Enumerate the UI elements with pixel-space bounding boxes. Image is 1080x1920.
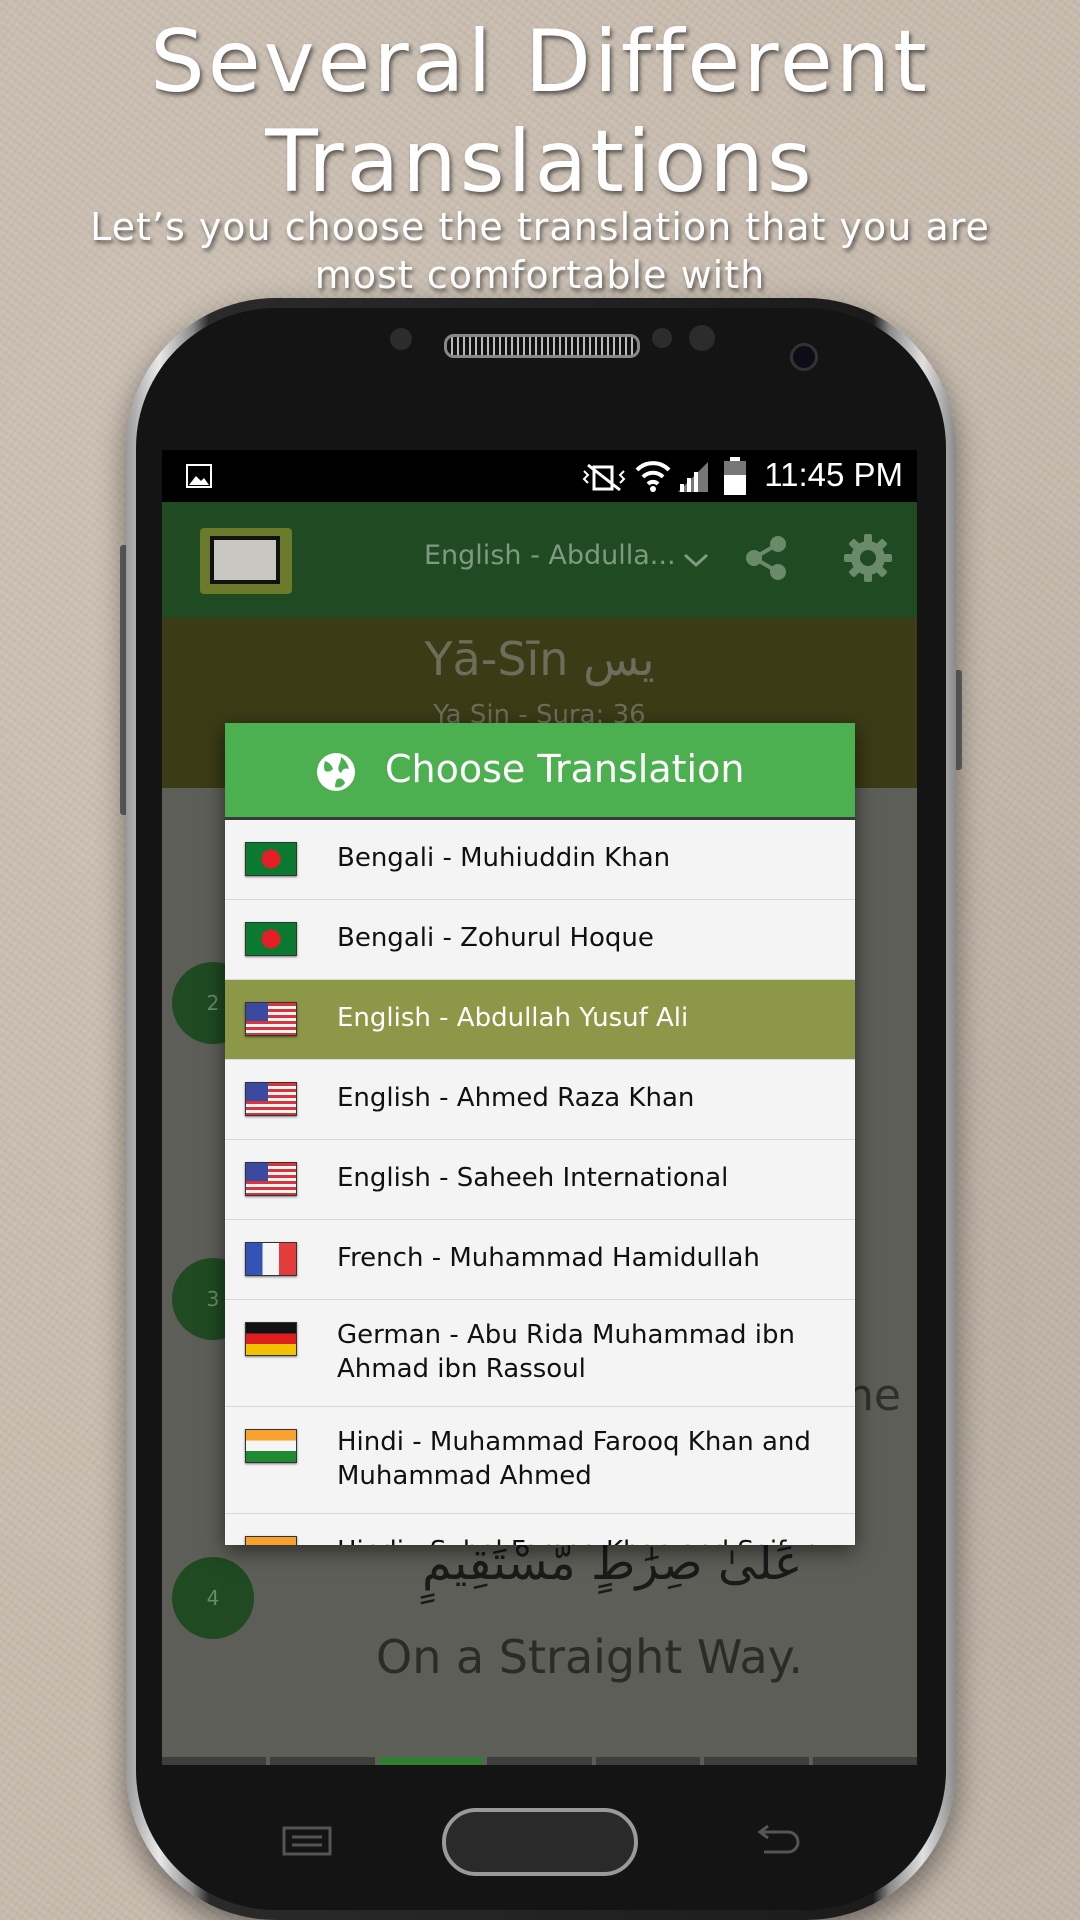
choose-translation-dialog: Choose Translation Bengali - Muhiuddin K… (225, 723, 855, 1545)
translation-option-label: French - Muhammad Hamidullah (337, 1243, 760, 1273)
phone-speaker (444, 334, 640, 358)
page-tick (704, 1757, 809, 1765)
promo-subtitle: Let’s you choose the translation that yo… (0, 203, 1080, 299)
status-bar: 11:45 PM (162, 450, 917, 502)
bangladesh-flag-icon (245, 842, 297, 876)
image-notification-icon (186, 464, 212, 488)
phone-sensor (652, 328, 672, 348)
page-tick (595, 1757, 701, 1765)
page-tick (487, 1757, 592, 1765)
app-bar: English - Abdulla... (162, 502, 917, 618)
page-tick (162, 1757, 267, 1765)
phone-sensor (689, 325, 715, 351)
app-logo-icon[interactable] (200, 528, 292, 594)
translation-dropdown[interactable]: English - Abdulla... (424, 540, 676, 571)
verse-number-badge[interactable]: 4 (172, 1557, 254, 1639)
sura-name: Yā-Sīn يس (424, 632, 655, 686)
translation-option-label: German - Abu Rida Muhammad ibn Ahmad ibn… (337, 1320, 795, 1384)
battery-icon (724, 457, 746, 495)
translation-option-selected[interactable]: English - Abdullah Yusuf Ali (225, 980, 855, 1060)
promo-title-line2: Translations (265, 112, 815, 212)
chevron-down-icon[interactable] (682, 550, 710, 570)
translation-option[interactable]: Bengali - Muhiuddin Khan (225, 820, 855, 900)
page-indicator (162, 1757, 917, 1765)
home-button[interactable] (442, 1808, 638, 1876)
france-flag-icon (245, 1242, 297, 1276)
translation-option-label: Hindi - Suhel Farooq Khan and Saifur (337, 1534, 837, 1545)
translation-option[interactable]: German - Abu Rida Muhammad ibn Ahmad ibn… (225, 1300, 855, 1407)
share-icon[interactable] (740, 532, 792, 584)
translation-option[interactable]: Hindi - Muhammad Farooq Khan and Muhamma… (225, 1407, 855, 1514)
translation-list: Bengali - Muhiuddin Khan Bengali - Zohur… (225, 820, 855, 1545)
vibrate-mute-icon (582, 463, 626, 492)
phone-sensor (390, 328, 412, 350)
usa-flag-icon (245, 1082, 297, 1116)
germany-flag-icon (245, 1322, 297, 1356)
page-tick (812, 1757, 917, 1765)
translation-option[interactable]: Bengali - Zohurul Hoque (225, 900, 855, 980)
app-logo-glyph (210, 536, 280, 584)
translation-option[interactable]: English - Ahmed Raza Khan (225, 1060, 855, 1140)
translation-option-label: Bengali - Zohurul Hoque (337, 923, 654, 953)
usa-flag-icon (245, 1002, 297, 1036)
promo-subtitle-line2: most comfortable with (314, 253, 766, 297)
dialog-title: Choose Translation (385, 747, 745, 791)
india-flag-icon (245, 1429, 297, 1463)
page-tick (270, 1757, 375, 1765)
wifi-icon (635, 461, 671, 492)
menu-button-icon[interactable] (282, 1826, 332, 1856)
translation-option-label: English - Ahmed Raza Khan (337, 1083, 695, 1113)
usa-flag-icon (245, 1162, 297, 1196)
translation-option[interactable]: English - Saheeh International (225, 1140, 855, 1220)
signal-icon (678, 462, 708, 492)
translation-option-label: Hindi - Muhammad Farooq Khan and Muhamma… (337, 1427, 811, 1491)
gear-icon[interactable] (842, 532, 894, 584)
globe-icon (317, 753, 355, 791)
promo-title-line1: Several Different (150, 12, 930, 112)
translation-option[interactable]: Hindi - Suhel Farooq Khan and Saifur (225, 1514, 855, 1545)
translation-option-label: Bengali - Muhiuddin Khan (337, 843, 671, 873)
status-time: 11:45 PM (764, 456, 903, 493)
page-tick-active (378, 1757, 484, 1765)
translation-option-label: English - Abdullah Yusuf Ali (337, 1003, 689, 1033)
translation-option[interactable]: French - Muhammad Hamidullah (225, 1220, 855, 1300)
bangladesh-flag-icon (245, 922, 297, 956)
phone-camera (790, 343, 818, 371)
dialog-header: Choose Translation (225, 723, 855, 820)
back-button-icon[interactable] (752, 1824, 802, 1858)
india-flag-icon (245, 1536, 297, 1545)
translation-option-label: English - Saheeh International (337, 1163, 729, 1193)
verse-translation-text: On a Straight Way. (376, 1630, 803, 1684)
promo-subtitle-line1: Let’s you choose the translation that yo… (90, 205, 990, 249)
